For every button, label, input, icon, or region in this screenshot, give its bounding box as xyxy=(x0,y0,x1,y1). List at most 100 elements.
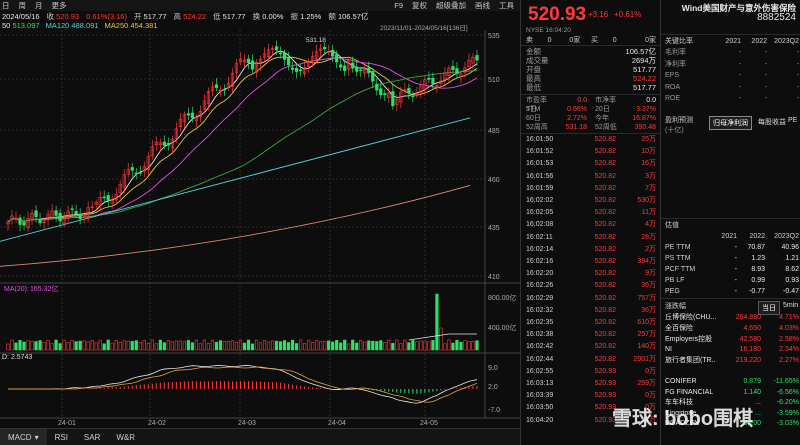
ma-a-label: 50 xyxy=(2,21,11,30)
volume-bar xyxy=(250,343,255,351)
val-row-value: 40.96 xyxy=(781,244,799,251)
toolbar-overlay-button[interactable]: 超级叠加 xyxy=(436,0,466,11)
volume-bar xyxy=(122,340,126,351)
ma-a-value: 513.097 xyxy=(12,21,40,30)
tick-time: 16:02:11 xyxy=(526,233,553,241)
mover-row[interactable]: Employers控股 42.580 2.58% xyxy=(665,335,799,346)
tick-time: 16:01:52 xyxy=(526,148,554,156)
mover-price: 219.220 xyxy=(735,357,761,365)
toolbar-item-month[interactable]: 月 xyxy=(35,0,43,11)
mover-row[interactable]: NI 16.180 2.34% xyxy=(665,345,799,356)
toolbar-adjust-button[interactable]: 复权 xyxy=(412,0,427,11)
info-panel: Wind美国财产与意外伤害保险 8882524 关键比率 2021 2022 2… xyxy=(660,0,800,445)
tick-volume: 394万 xyxy=(637,258,656,265)
fin-row-value: - xyxy=(764,95,767,102)
info-low-label: 低 xyxy=(213,11,221,21)
volume-bar xyxy=(335,340,339,351)
tick-time: 16:02:38 xyxy=(526,331,554,339)
fin-row-label: ROA xyxy=(665,83,681,91)
volume-bar xyxy=(387,339,391,351)
tick-volume: 530万 xyxy=(637,197,656,204)
toolbar-item-more[interactable]: 更多 xyxy=(52,0,67,11)
toolbar-tools-button[interactable]: 工具 xyxy=(499,0,514,11)
volume-bar xyxy=(431,340,435,351)
fin-col-2022: 2022 xyxy=(751,38,767,45)
tab-macd[interactable]: MACD ▾ xyxy=(0,429,47,445)
tab-wr[interactable]: W&R xyxy=(108,429,143,445)
quote-field-label: 金额 xyxy=(526,47,541,56)
val-row-label: PS TTM xyxy=(665,255,691,262)
tab-net-profit[interactable]: 归母净利润 xyxy=(709,116,752,130)
tab-pe[interactable]: PE xyxy=(785,116,800,125)
volume-bar xyxy=(254,339,259,351)
candle-body xyxy=(427,77,431,80)
macd-indicator xyxy=(8,365,478,404)
kline-chart[interactable]: 535510485460435410800.00亿400.00亿MA(20): 1… xyxy=(0,0,520,428)
tab-rsi[interactable]: RSI xyxy=(47,429,76,445)
volume-bar xyxy=(90,340,94,351)
volume-bar xyxy=(190,342,194,351)
mover-row[interactable]: CONIFER 0.879 -11.65% xyxy=(665,377,799,388)
candle-body xyxy=(58,212,62,222)
volume-bar xyxy=(14,342,18,351)
info-date: 2024/05/16 xyxy=(2,11,40,21)
candle-body xyxy=(379,88,383,96)
toolbar-item-week[interactable]: 周 xyxy=(19,0,27,11)
mover-pct: 4.03% xyxy=(779,324,799,332)
volume-bar xyxy=(459,341,463,351)
volume-bar xyxy=(166,340,170,351)
candle-body xyxy=(407,88,411,94)
volume-axis-label: 400.00亿 xyxy=(488,323,516,332)
mover-row[interactable]: 全百保险 4.650 4.03% xyxy=(665,324,799,335)
stat-label: 60日 xyxy=(526,115,541,122)
tick-price: 520.93 xyxy=(594,380,616,387)
date-axis-label: 24-05 xyxy=(420,420,438,427)
quote-field-label: 最高 xyxy=(526,74,541,83)
mover-row[interactable]: 丘博保险(CHU... 264.880 4.71% xyxy=(665,313,799,324)
volume-bar xyxy=(114,339,118,351)
quote-field-row: 最高 524.22 xyxy=(526,74,656,83)
mover-row[interactable]: FG FINANCIAL 1.140 -6.56% xyxy=(665,388,799,399)
volume-bar xyxy=(194,339,198,351)
tab-5min[interactable]: 5min xyxy=(780,301,800,310)
mover-name: CONIFER xyxy=(665,378,697,385)
fin-row-value: - xyxy=(764,83,767,91)
volume-bar xyxy=(54,339,58,351)
volume-bar xyxy=(447,339,451,351)
candle-body xyxy=(250,60,255,70)
volume-bar xyxy=(419,340,423,351)
quote-field-row: 成交量 2694万 xyxy=(526,56,656,65)
tick-row: 16:02:29 520.82 757万 xyxy=(526,295,656,303)
index-code: 8882524 xyxy=(757,12,796,23)
tab-macd-label: MACD xyxy=(8,432,32,442)
toolbar-item-day[interactable]: 日 xyxy=(2,0,10,11)
tab-eps[interactable]: 每股收益 xyxy=(755,116,789,128)
quote-stat-row: 市盈率TTM 0.0 市净率 0.0 xyxy=(526,96,656,113)
val-row-value: 1.21 xyxy=(785,255,799,262)
volume-bar xyxy=(178,340,182,351)
volume-bar xyxy=(162,342,166,351)
candle-body xyxy=(130,167,134,171)
info-open: 517.77 xyxy=(143,11,167,21)
quote-field-label: 开盘 xyxy=(526,65,541,74)
toolbar-draw-button[interactable]: 画线 xyxy=(475,0,490,11)
mover-pct: -3.59% xyxy=(776,409,799,417)
tick-row: 16:02:20 520.82 9万 xyxy=(526,270,656,278)
info-open-label: 开 xyxy=(133,11,142,21)
mover-price: 4.650 xyxy=(743,324,761,332)
tab-sar[interactable]: SAR xyxy=(76,429,108,445)
toolbar-f9-button[interactable]: F9 xyxy=(394,1,403,10)
indicator-tabs: MACD ▾ RSI SAR W&R xyxy=(0,428,520,445)
ma250-label: MA250 xyxy=(104,21,129,30)
tab-rsi-label: RSI xyxy=(54,432,68,442)
volume-bar xyxy=(106,339,110,351)
ask-label: 卖 xyxy=(526,37,533,44)
val-row: PE TTM - 70.87 40.96 xyxy=(665,243,799,253)
candle-body xyxy=(335,54,339,63)
val-row-value: 0.93 xyxy=(785,277,799,284)
mover-row[interactable]: 旅行者集团(TR... 219.220 2.27% xyxy=(665,356,799,367)
fin-row-value: - xyxy=(796,95,799,102)
tick-time: 16:02:14 xyxy=(526,245,554,253)
tick-row: 16:02:05 520.82 11万 xyxy=(526,209,656,217)
exchange-time: NYSE 16:04:20 xyxy=(526,27,571,34)
